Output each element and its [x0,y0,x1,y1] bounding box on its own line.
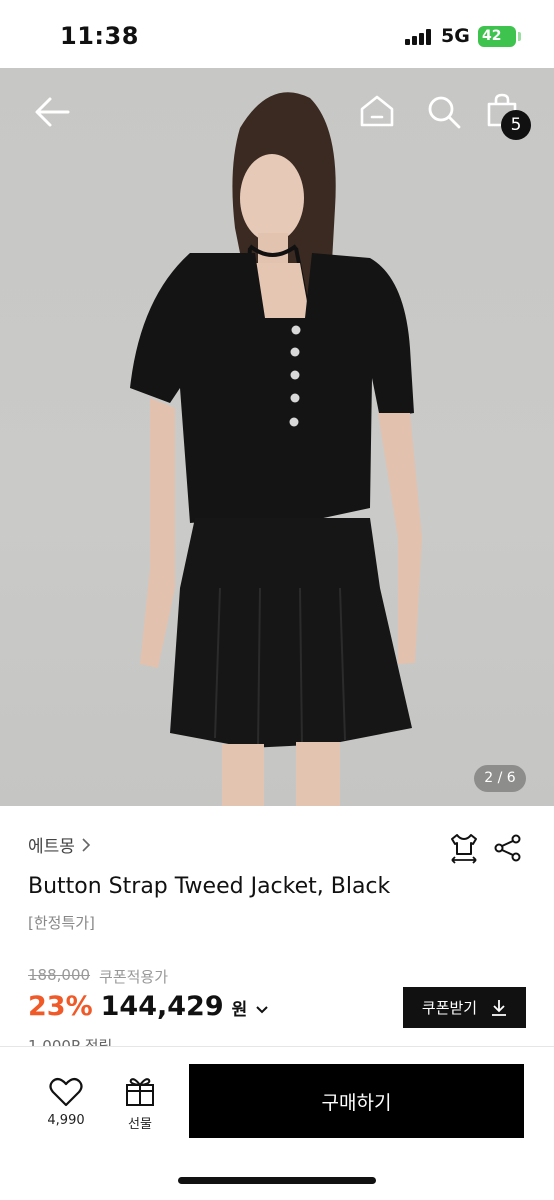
points-earn-text: 1,000P 적립 [28,1037,113,1046]
network-type: 5G [441,25,470,47]
gallery-page-indicator: 2 / 6 [474,765,526,792]
chevron-right-icon [82,837,91,852]
product-photo [130,92,422,806]
cart-count-badge[interactable]: 5 [501,110,531,140]
battery-icon: 42 [478,26,516,47]
gift-button[interactable]: 선물 [118,1075,162,1132]
home-indicator [178,1177,376,1184]
battery-level: 42 [482,28,502,44]
product-image-gallery[interactable] [0,68,554,806]
brand-name: 에트몽 [28,837,75,857]
buy-button-label: 구매하기 [321,1091,392,1114]
heart-icon [49,1077,83,1107]
buy-button[interactable]: 구매하기 [189,1064,524,1138]
gift-icon [126,1078,154,1106]
share-icon[interactable] [494,834,522,862]
discount-rate: 23% [28,991,93,1022]
wishlist-count: 4,990 [47,1113,85,1128]
cellular-signal-icon [405,29,431,45]
home-icon[interactable] [359,94,395,128]
currency-unit: 원 [231,1000,248,1020]
status-bar: 11:38 5G 42 [0,0,554,68]
status-time: 11:38 [60,22,139,50]
search-icon[interactable] [426,94,462,130]
download-coupon-button[interactable]: 쿠폰받기 [403,987,526,1028]
coupon-applied-note: 쿠폰적용가 [99,968,169,986]
original-price-row: 188,000 쿠폰적용가 [28,966,168,987]
promo-tag: [한정특가] [28,914,95,932]
brand-link[interactable]: 에트몽 [28,832,91,857]
download-icon [492,999,507,1016]
sale-price: 144,429 [100,991,224,1022]
size-guide-icon[interactable] [448,832,480,864]
back-arrow-icon[interactable] [34,96,70,128]
battery-tip [518,32,521,41]
gift-label: 선물 [128,1117,152,1132]
wishlist-button[interactable]: 4,990 [40,1077,92,1128]
product-title: Button Strap Tweed Jacket, Black [28,874,391,899]
original-price: 188,000 [28,966,91,984]
chevron-down-icon[interactable] [255,1005,269,1015]
price-row[interactable]: 23% 144,429 원 [28,991,269,1022]
coupon-button-label: 쿠폰받기 [421,999,478,1017]
